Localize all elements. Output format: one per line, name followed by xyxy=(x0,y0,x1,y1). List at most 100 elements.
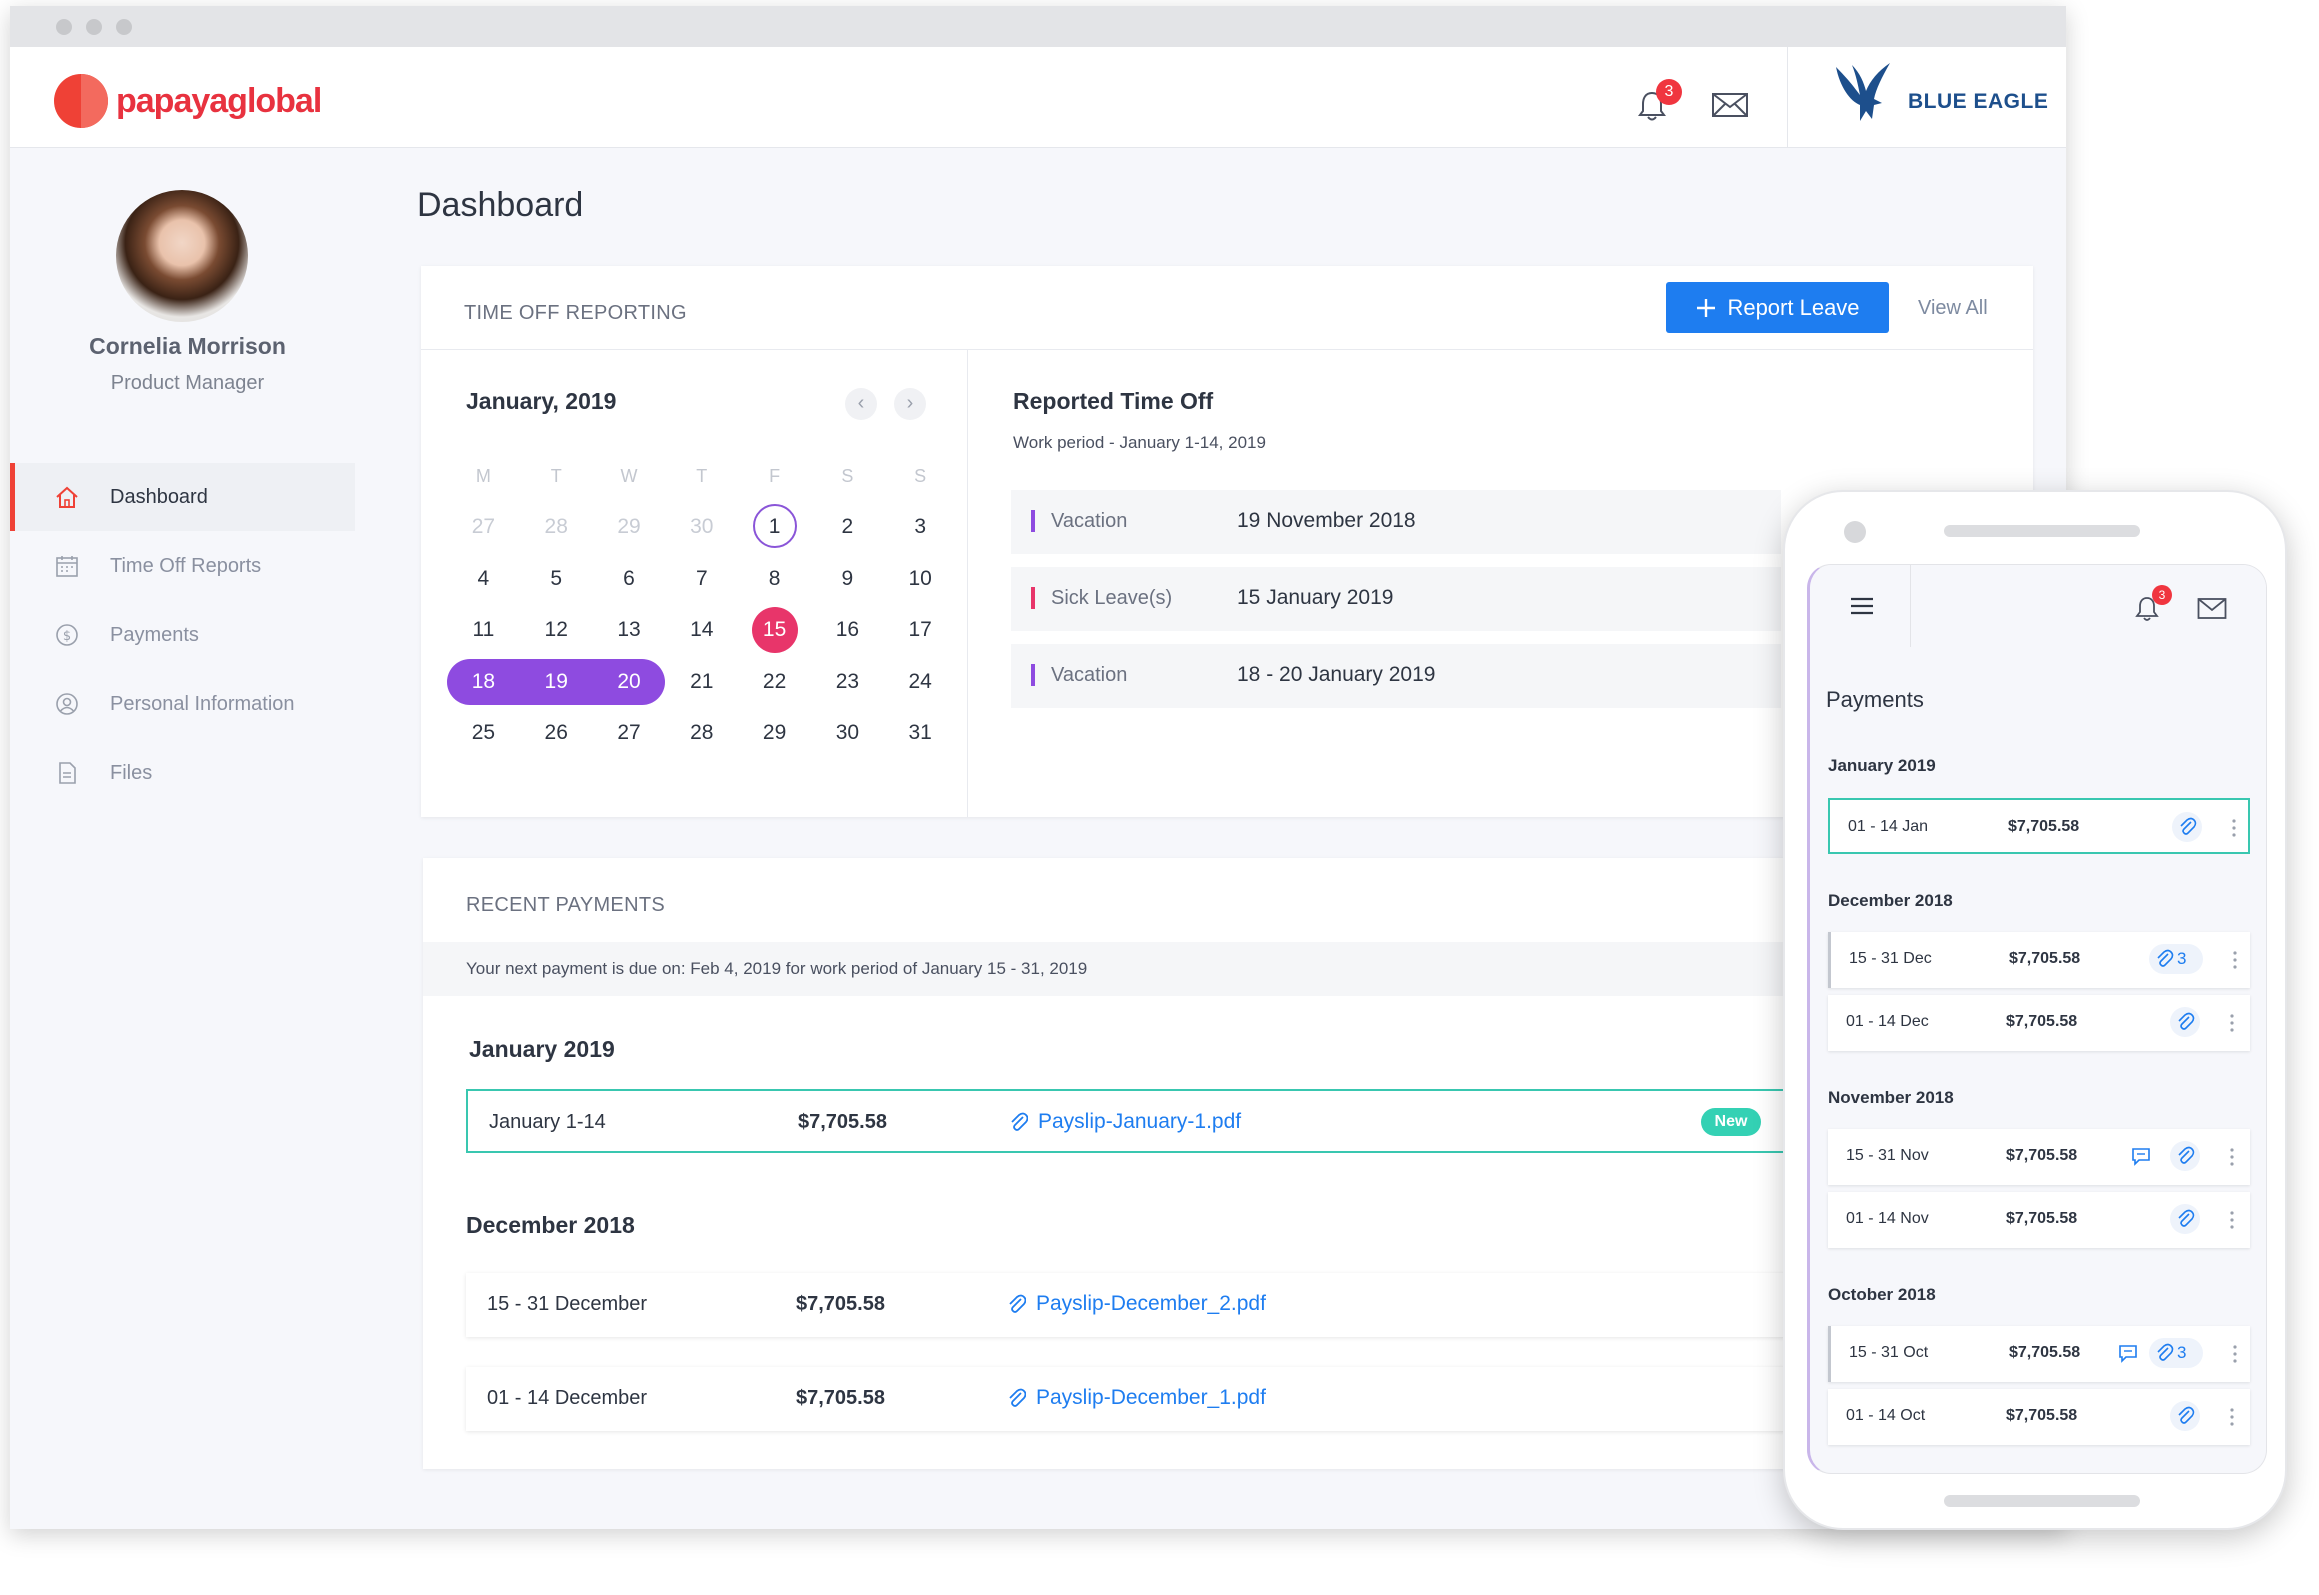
sidebar-item-files[interactable]: Files xyxy=(10,739,355,807)
papaya-logo[interactable]: papayaglobal xyxy=(54,74,322,128)
mobile-payment-row[interactable]: 01 - 14 Dec $7,705.58 xyxy=(1828,995,2250,1051)
attachment-button[interactable] xyxy=(2170,1141,2200,1171)
calendar-day[interactable]: 27 xyxy=(593,710,666,756)
payment-row[interactable]: January 1-14 $7,705.58 Payslip-January-1… xyxy=(466,1089,1866,1153)
report-leave-button[interactable]: Report Leave xyxy=(1666,282,1889,333)
weekday-label: W xyxy=(620,465,638,486)
sidebar: Cornelia Morrison Product Manager Dashbo… xyxy=(10,148,365,1529)
calendar-day[interactable]: 14 xyxy=(665,607,738,653)
calendar-day[interactable]: 28 xyxy=(665,710,738,756)
calendar-day[interactable]: 10 xyxy=(884,556,957,602)
mobile-payment-row[interactable]: 01 - 14 Jan $7,705.58 xyxy=(1828,798,2250,854)
mobile-payment-row[interactable]: 15 - 31 Dec $7,705.58 3 xyxy=(1828,932,2250,988)
sidebar-item-dashboard[interactable]: Dashboard xyxy=(10,463,355,531)
calendar-day[interactable]: 8 xyxy=(738,556,811,602)
payslip-link[interactable]: Payslip-December_2.pdf xyxy=(1006,1292,1266,1316)
window-dot[interactable] xyxy=(56,19,72,35)
payment-period: 01 - 14 December xyxy=(487,1387,648,1409)
calendar-day[interactable]: 4 xyxy=(447,556,520,602)
calendar-day-sick-leave[interactable]: 15 xyxy=(738,607,811,654)
more-options-icon[interactable] xyxy=(2232,814,2236,842)
attachment-button[interactable]: 3 xyxy=(2149,1338,2203,1368)
calendar-day[interactable]: 25 xyxy=(447,710,520,756)
calendar-day[interactable]: 5 xyxy=(520,556,593,602)
mobile-payment-row[interactable]: 15 - 31 Oct $7,705.58 3 xyxy=(1828,1326,2250,1382)
week-row: 25 26 27 28 29 30 31 xyxy=(447,708,957,760)
calendar-day[interactable]: 17 xyxy=(884,607,957,653)
mobile-payment-row[interactable]: 01 - 14 Oct $7,705.58 xyxy=(1828,1389,2250,1445)
mobile-payment-amount: $7,705.58 xyxy=(2006,1210,2078,1227)
weekday-label: S xyxy=(914,465,927,486)
calendar-day[interactable]: 3 xyxy=(884,504,957,550)
calendar-day[interactable]: 23 xyxy=(811,659,884,705)
calendar-day[interactable]: 26 xyxy=(520,710,593,756)
window-dot[interactable] xyxy=(116,19,132,35)
time-off-item[interactable]: Vacation 19 November 2018 xyxy=(1011,490,1781,554)
calendar-day-vacation[interactable]: 19 xyxy=(519,658,593,705)
topbar-divider xyxy=(1787,47,1788,148)
calendar-day[interactable]: 24 xyxy=(884,659,957,705)
sidebar-item-payments[interactable]: $ Payments xyxy=(10,601,355,669)
calendar-day[interactable]: 30 xyxy=(665,504,738,550)
mobile-payment-row[interactable]: 01 - 14 Nov $7,705.58 xyxy=(1828,1192,2250,1248)
calendar-day[interactable]: 7 xyxy=(665,556,738,602)
more-options-icon[interactable] xyxy=(2230,1143,2234,1171)
window-dot[interactable] xyxy=(86,19,102,35)
calendar-day[interactable]: 21 xyxy=(665,659,738,705)
payment-row[interactable]: 15 - 31 December $7,705.58 Payslip-Decem… xyxy=(466,1273,1866,1337)
attachment-button[interactable] xyxy=(2170,1007,2200,1037)
notification-button[interactable]: 3 xyxy=(1632,79,1682,129)
calendar-day[interactable]: 9 xyxy=(811,556,884,602)
payslip-link[interactable]: Payslip-January-1.pdf xyxy=(1008,1110,1241,1134)
vacation-marker xyxy=(1031,664,1035,686)
mobile-payment-row[interactable]: 15 - 31 Nov $7,705.58 xyxy=(1828,1129,2250,1185)
calendar-day[interactable]: 13 xyxy=(593,607,666,653)
attachment-button[interactable]: 3 xyxy=(2149,944,2203,974)
mail-icon[interactable] xyxy=(2197,597,2227,621)
more-options-icon[interactable] xyxy=(2230,1206,2234,1234)
calendar-day[interactable]: 27 xyxy=(447,504,520,550)
hamburger-menu-icon[interactable] xyxy=(1850,597,1874,615)
comment-icon[interactable] xyxy=(2117,1342,2139,1364)
calendar-day[interactable]: 29 xyxy=(593,504,666,550)
more-options-icon[interactable] xyxy=(2230,1009,2234,1037)
payment-amount: $7,705.58 xyxy=(798,1111,887,1133)
avatar[interactable] xyxy=(116,190,248,322)
next-payment-text: Your next payment is due on: Feb 4, 2019… xyxy=(466,959,1088,978)
calendar-day-today[interactable]: 1 xyxy=(738,504,811,550)
payslip-link[interactable]: Payslip-December_1.pdf xyxy=(1006,1386,1266,1410)
time-off-item[interactable]: Sick Leave(s) 15 January 2019 xyxy=(1011,567,1781,631)
attachment-button[interactable] xyxy=(2172,812,2202,842)
more-options-icon[interactable] xyxy=(2230,1403,2234,1431)
calendar-day-vacation[interactable]: 18 xyxy=(447,658,520,705)
sidebar-item-time-off-reports[interactable]: Time Off Reports xyxy=(10,532,355,600)
calendar-day[interactable]: 2 xyxy=(811,504,884,550)
payment-row[interactable]: 01 - 14 December $7,705.58 Payslip-Decem… xyxy=(466,1367,1866,1431)
attachment-button[interactable] xyxy=(2170,1401,2200,1431)
calendar-day[interactable]: 11 xyxy=(447,607,520,653)
messages-button[interactable] xyxy=(1710,89,1754,129)
calendar-day[interactable]: 28 xyxy=(520,504,593,550)
calendar-day[interactable]: 30 xyxy=(811,710,884,756)
calendar-day[interactable]: 31 xyxy=(884,710,957,756)
calendar-day-vacation[interactable]: 20 xyxy=(592,658,666,705)
weekday-label: F xyxy=(769,465,781,486)
time-off-item[interactable]: Vacation 18 - 20 January 2019 xyxy=(1011,644,1781,708)
calendar-day[interactable]: 16 xyxy=(811,607,884,653)
next-month-button[interactable]: › xyxy=(894,388,926,420)
mobile-top-bar: 3 xyxy=(1810,565,2266,647)
calendar-day[interactable]: 22 xyxy=(738,659,811,705)
more-options-icon[interactable] xyxy=(2233,946,2237,974)
attachment-button[interactable] xyxy=(2170,1204,2200,1234)
time-off-date: 18 - 20 January 2019 xyxy=(1237,663,1436,686)
home-icon xyxy=(56,486,78,508)
view-all-link[interactable]: View All xyxy=(1918,297,1988,320)
calendar-day[interactable]: 12 xyxy=(520,607,593,653)
comment-icon[interactable] xyxy=(2130,1145,2152,1167)
sidebar-item-personal-information[interactable]: Personal Information xyxy=(10,670,355,738)
calendar-day[interactable]: 6 xyxy=(593,556,666,602)
more-options-icon[interactable] xyxy=(2233,1340,2237,1368)
calendar-day[interactable]: 29 xyxy=(738,710,811,756)
prev-month-button[interactable]: ‹ xyxy=(845,388,877,420)
sidebar-item-label: Personal Information xyxy=(110,692,295,715)
